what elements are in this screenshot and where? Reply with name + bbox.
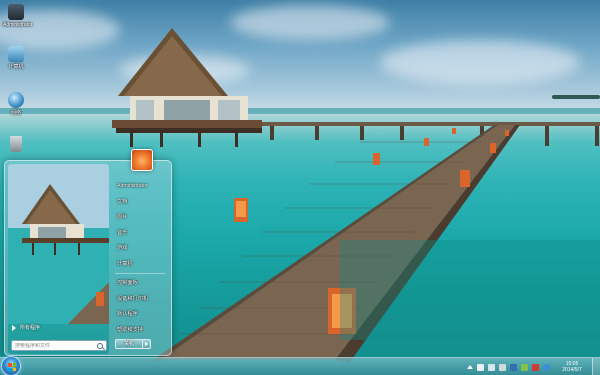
windows-logo-icon [8,363,16,371]
start-menu-links-pane: Administrator 文档 图片 音乐 游戏 计算机 控制面板 设备和打印… [115,179,171,338]
water-hut [112,28,262,147]
desktop-icon-recycle-bin[interactable] [3,136,29,154]
menu-item-music[interactable]: 音乐 [115,226,171,242]
arrow-up-icon[interactable] [467,365,473,369]
flag-icon[interactable] [477,363,484,371]
menu-item-administrator[interactable]: Administrator [115,179,171,195]
menu-separator [115,273,165,274]
desktop-icon-user-folder[interactable]: Administrator [3,4,33,28]
desktop-icon-label: 网络 [10,110,21,116]
menu-item-help-support[interactable]: 帮助和支持 [115,323,171,339]
menu-item-control-panel[interactable]: 控制面板 [115,276,171,292]
start-menu: 所有程序 Administrator 文档 图片 音乐 游戏 计算机 控制面板 … [4,149,172,356]
desktop-icon-label: 计算机 [8,64,24,70]
desktop-icon-computer[interactable]: 计算机 [3,46,29,70]
start-button[interactable] [1,356,21,375]
show-desktop-button[interactable] [592,358,600,375]
arrow-right-icon [12,324,16,331]
start-menu-programs-pane: 所有程序 [8,164,109,354]
recycle-bin-icon [10,136,22,152]
shutdown-options-button[interactable] [143,339,151,349]
menu-item-games[interactable]: 游戏 [115,241,171,257]
network-icon[interactable] [488,363,495,371]
desktop-icon-network[interactable]: 网络 [3,92,29,116]
security-icon[interactable] [532,363,539,371]
all-programs-button[interactable]: 所有程序 [12,324,40,331]
network-globe-icon [8,92,24,108]
user-folder-icon [8,4,24,20]
chat-icon[interactable] [543,363,550,371]
shutdown-button[interactable]: 关机 [115,339,143,349]
taskbar: 15:05 2014/5/7 [0,356,600,375]
start-search-box[interactable] [11,340,107,351]
program-preview-image [8,164,109,324]
search-input[interactable] [15,342,95,349]
system-tray: 15:05 2014/5/7 [465,358,600,375]
user-avatar[interactable] [131,149,153,171]
clock-date: 2014/5/7 [562,367,582,373]
search-icon[interactable] [97,342,103,349]
desktop-icon-label: Administrator [3,22,33,28]
power-icon[interactable] [521,363,528,371]
menu-item-documents[interactable]: 文档 [115,195,171,211]
menu-item-pictures[interactable]: 图片 [115,210,171,226]
arrow-right-icon [145,342,148,346]
menu-item-devices-printers[interactable]: 设备和打印机 [115,292,171,308]
clock[interactable]: 15:05 2014/5/7 [555,361,589,373]
all-programs-label: 所有程序 [20,325,41,331]
volume-icon[interactable] [499,363,506,371]
menu-item-computer[interactable]: 计算机 [115,257,171,273]
shutdown-group: 关机 [115,339,151,349]
pier [230,122,600,126]
computer-icon [8,46,24,62]
menu-item-default-programs[interactable]: 默认程序 [115,307,171,323]
ime-icon[interactable] [510,363,517,371]
